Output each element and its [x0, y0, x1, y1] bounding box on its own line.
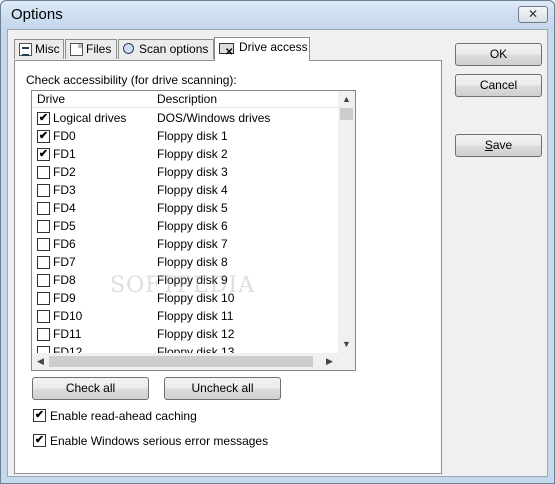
drive-checkbox[interactable]: [37, 328, 50, 341]
drive-checkbox[interactable]: [37, 292, 50, 305]
tab-label: Drive access: [239, 40, 308, 54]
drive-name: FD7: [53, 255, 76, 269]
drive-checkbox[interactable]: [37, 274, 50, 287]
vertical-scrollbar[interactable]: ▲ ▼: [338, 91, 355, 353]
drive-checkbox[interactable]: [37, 220, 50, 233]
drive-name: FD1: [53, 147, 76, 161]
column-header-drive[interactable]: Drive: [37, 92, 65, 106]
title-bar: Options ✕: [1, 1, 554, 29]
list-item[interactable]: FD5 Floppy disk 6: [32, 217, 338, 235]
uncheck-all-button[interactable]: Uncheck all: [164, 377, 281, 400]
close-icon: ✕: [527, 7, 539, 21]
drive-checkbox[interactable]: [37, 166, 50, 179]
drive-name: FD8: [53, 273, 76, 287]
list-item[interactable]: FD10 Floppy disk 11: [32, 307, 338, 325]
dialog-client-area: Misc Files Scan options Drive access Che…: [7, 29, 548, 477]
drive-description: DOS/Windows drives: [157, 111, 271, 125]
drive-description: Floppy disk 3: [157, 165, 228, 179]
drive-name: FD9: [53, 291, 76, 305]
checkbox-label: Enable Windows serious error messages: [50, 434, 269, 448]
drive-name: FD0: [53, 129, 76, 143]
close-button[interactable]: ✕: [518, 6, 548, 23]
horizontal-scrollbar[interactable]: ◀ ▶: [32, 353, 338, 370]
watermark: SOFTPEDIA: [110, 273, 256, 298]
list-item[interactable]: ✔ Logical drives DOS/Windows drives: [32, 109, 338, 127]
vertical-scroll-thumb[interactable]: [340, 108, 353, 120]
drive-checkbox[interactable]: ✔: [37, 130, 50, 143]
check-all-button[interactable]: Check all: [32, 377, 149, 400]
list-item[interactable]: FD11 Floppy disk 12: [32, 325, 338, 343]
drive-checkbox[interactable]: [37, 310, 50, 323]
scrollbar-corner: [338, 353, 355, 370]
list-item[interactable]: FD2 Floppy disk 3: [32, 163, 338, 181]
drive-description: Floppy disk 1: [157, 129, 228, 143]
list-caption: Check accessibility (for drive scanning)…: [26, 73, 237, 87]
ok-button[interactable]: OK: [455, 43, 542, 66]
list-item[interactable]: FD6 Floppy disk 7: [32, 235, 338, 253]
tab-misc[interactable]: Misc: [14, 39, 64, 59]
list-item[interactable]: ✔ FD0 Floppy disk 1: [32, 127, 338, 145]
list-item[interactable]: FD4 Floppy disk 5: [32, 199, 338, 217]
magnifier-icon: [123, 43, 134, 54]
drive-name: FD2: [53, 165, 76, 179]
drive-description: Floppy disk 2: [157, 147, 228, 161]
drive-checkbox[interactable]: [37, 256, 50, 269]
drive-checkbox[interactable]: [37, 202, 50, 215]
save-button[interactable]: Save: [455, 134, 542, 157]
drive-name: Logical drives: [53, 111, 127, 125]
drive-name: FD5: [53, 219, 76, 233]
options-dialog: Options ✕ Misc Files Scan options Drive …: [0, 0, 555, 484]
drive-checkbox[interactable]: ✔: [37, 112, 50, 125]
drive-name: FD3: [53, 183, 76, 197]
drive-name: FD11: [53, 327, 82, 341]
list-item[interactable]: ✔ FD1 Floppy disk 2: [32, 145, 338, 163]
drive-x-icon: [219, 41, 234, 62]
list-item[interactable]: FD3 Floppy disk 4: [32, 181, 338, 199]
drive-checkbox[interactable]: [37, 238, 50, 251]
scroll-left-icon[interactable]: ◀: [32, 353, 49, 370]
drive-checkbox[interactable]: ✔: [37, 148, 50, 161]
drive-name: FD10: [53, 309, 83, 323]
tab-label: Misc: [35, 42, 60, 56]
scroll-right-icon[interactable]: ▶: [321, 353, 338, 370]
tab-scan-options[interactable]: Scan options: [118, 39, 214, 59]
drive-description: Floppy disk 7: [157, 237, 228, 251]
save-label-rest: ave: [492, 138, 513, 152]
drive-description: Floppy disk 6: [157, 219, 228, 233]
window-title: Options: [11, 6, 63, 23]
save-accelerator: S: [484, 138, 493, 152]
cancel-button[interactable]: Cancel: [455, 74, 542, 97]
checkbox-label: Enable read-ahead caching: [50, 409, 197, 423]
drive-name: FD4: [53, 201, 76, 215]
checkbox-box[interactable]: ✔: [33, 434, 46, 447]
drive-description: Floppy disk 4: [157, 183, 228, 197]
tab-drive-access[interactable]: Drive access: [214, 37, 310, 62]
drive-description: Floppy disk 8: [157, 255, 228, 269]
scroll-up-icon[interactable]: ▲: [338, 91, 355, 108]
scroll-down-icon[interactable]: ▼: [338, 336, 355, 353]
drive-description: Floppy disk 11: [157, 309, 234, 323]
column-header-description[interactable]: Description: [157, 92, 217, 106]
drive-checkbox[interactable]: [37, 184, 50, 197]
tab-label: Files: [86, 42, 112, 56]
drive-name: FD6: [53, 237, 76, 251]
drive-description: Floppy disk 12: [157, 327, 235, 341]
drive-list[interactable]: Drive Description ✔ Logical drives DOS/Win…: [31, 90, 356, 371]
list-header: Drive Description: [32, 91, 338, 108]
drive-access-panel: Check accessibility (for drive scanning)…: [14, 60, 442, 474]
tab-label: Scan options: [139, 42, 209, 56]
drive-description: Floppy disk 5: [157, 201, 228, 215]
misc-icon: [19, 43, 32, 56]
checkbox-box[interactable]: ✔: [33, 409, 46, 422]
horizontal-scroll-thumb[interactable]: [49, 356, 313, 367]
file-icon: [70, 43, 83, 56]
tab-files[interactable]: Files: [65, 39, 117, 59]
list-item[interactable]: FD7 Floppy disk 8: [32, 253, 338, 271]
